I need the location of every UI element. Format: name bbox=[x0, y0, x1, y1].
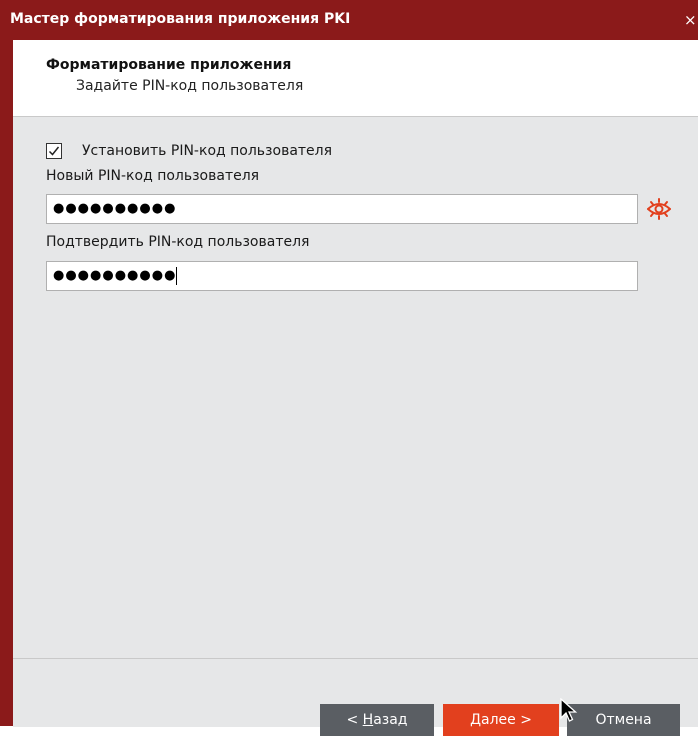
wizard-content: Установить PIN-код пользователя Новый PI… bbox=[13, 117, 698, 658]
new-pin-input[interactable]: ●●●●●●●●●● bbox=[46, 194, 638, 224]
page-title: Форматирование приложения bbox=[46, 57, 292, 73]
checkmark-icon bbox=[48, 146, 60, 156]
new-pin-label: Новый PIN-код пользователя bbox=[46, 168, 260, 184]
new-pin-value: ●●●●●●●●●● bbox=[53, 201, 177, 216]
set-pin-checkbox-row[interactable]: Установить PIN-код пользователя bbox=[46, 141, 332, 161]
set-pin-checkbox[interactable] bbox=[46, 143, 62, 159]
back-button[interactable]: < Назад bbox=[320, 704, 434, 736]
wizard-window: Мастер форматирования приложения PKI × Ф… bbox=[0, 0, 698, 736]
confirm-pin-input[interactable]: ●●●●●●●●●● bbox=[46, 261, 638, 291]
cancel-button[interactable]: Отмена bbox=[567, 704, 680, 736]
eye-icon[interactable] bbox=[645, 197, 673, 221]
title-bar: Мастер форматирования приложения PKI × bbox=[0, 0, 698, 40]
confirm-pin-label: Подтвердить PIN-код пользователя bbox=[46, 234, 310, 250]
mouse-cursor-icon bbox=[560, 698, 578, 722]
set-pin-checkbox-label: Установить PIN-код пользователя bbox=[82, 143, 333, 159]
page-subtitle: Задайте PIN-код пользователя bbox=[76, 78, 304, 94]
window-title: Мастер форматирования приложения PKI bbox=[10, 11, 351, 27]
confirm-pin-value: ●●●●●●●●●● bbox=[53, 268, 177, 283]
next-button[interactable]: Далее > bbox=[443, 704, 559, 736]
close-button[interactable]: × bbox=[684, 12, 698, 28]
wizard-header: Форматирование приложения Задайте PIN-ко… bbox=[13, 40, 698, 117]
text-caret bbox=[176, 266, 178, 285]
